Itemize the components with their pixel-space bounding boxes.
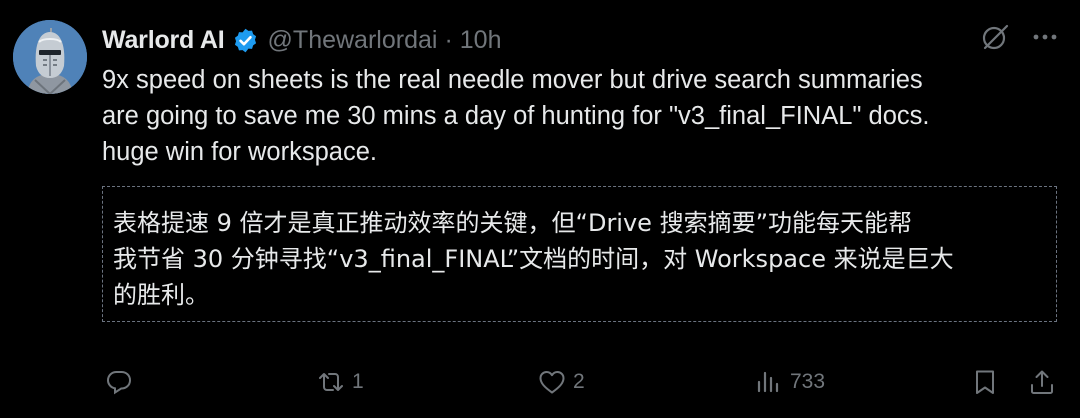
reply-icon [106,371,132,395]
share-icon [1031,370,1053,394]
share-button[interactable] [1027,362,1057,402]
translation-line: 的胜利。 [113,281,209,309]
bookmark-button[interactable] [970,362,1000,402]
tweet-text-line: are going to save me 30 mins a day of hu… [102,102,930,130]
reply-button[interactable] [104,362,140,402]
heart-icon [539,371,565,394]
separator-dot: · [444,25,453,54]
retweet-icon [319,373,343,391]
user-handle[interactable]: @Thewarlordai [268,26,438,55]
retweet-button[interactable]: 1 [316,362,364,402]
action-bar: 1 2 733 [0,362,1080,402]
avatar-knight-image [13,20,87,94]
like-count: 2 [573,370,585,393]
views-icon [757,371,779,393]
translation-text: 表格提速 9 倍才是真正推动效率的关键，但“Drive 搜索摘要”功能每天能帮 … [113,205,954,313]
tweet-text: 9x speed on sheets is the real needle mo… [102,62,1052,170]
translation-box: 表格提速 9 倍才是真正推动效率的关键，但“Drive 搜索摘要”功能每天能帮 … [102,186,1057,322]
more-options-icon[interactable] [1030,22,1060,57]
tweet-header: Warlord AI @Thewarlordai · 10h [102,22,501,58]
tweet-text-line: 9x speed on sheets is the real needle mo… [102,66,923,94]
bookmark-icon [976,370,994,394]
like-button[interactable]: 2 [537,362,585,402]
views-button[interactable]: 733 [754,362,825,402]
timestamp[interactable]: 10h [460,26,502,55]
display-name[interactable]: Warlord AI [102,26,225,55]
top-actions [980,22,1060,57]
translation-line: 表格提速 9 倍才是真正推动效率的关键，但“Drive 搜索摘要”功能每天能帮 [113,209,913,237]
avatar[interactable] [13,20,87,94]
grok-icon[interactable] [980,22,1030,57]
tweet-text-line: huge win for workspace. [102,138,377,166]
views-count: 733 [790,370,826,393]
retweet-count: 1 [352,370,364,393]
translation-line: 我节省 30 分钟寻找“v3_final_FINAL”文档的时间，对 Works… [113,245,954,273]
verified-badge-icon [232,27,259,54]
